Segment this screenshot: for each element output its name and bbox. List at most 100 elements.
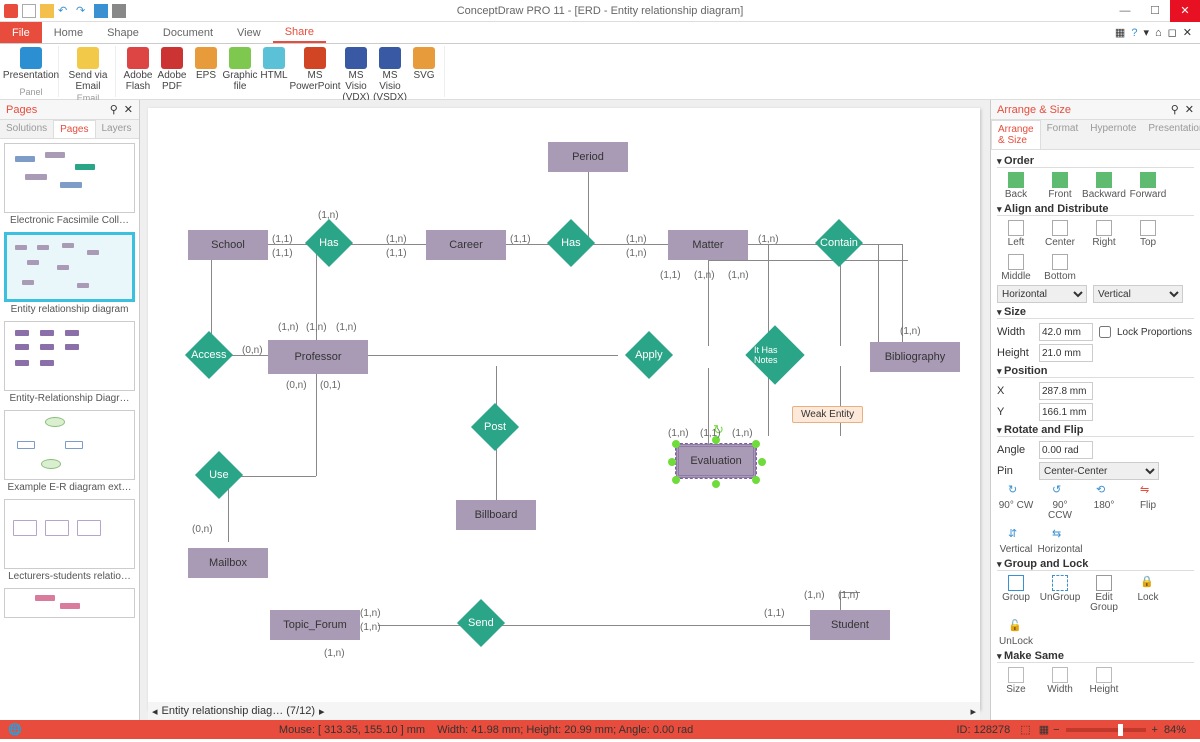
canvas-tab-label[interactable]: Entity relationship diag… (7/12) [162,705,315,717]
thumb-item[interactable]: Entity relationship diagram [4,232,135,315]
flip-button[interactable]: ⇋Flip [1129,483,1167,521]
lang-icon[interactable]: 🌐 [8,723,22,736]
entity-topic[interactable]: Topic_Forum [270,610,360,640]
same-size-button[interactable]: Size [997,667,1035,695]
canvas-tab-bar[interactable]: ◂ Entity relationship diag… (7/12) ▸ ▸ [148,702,980,720]
entity-evaluation[interactable]: Evaluation [676,444,756,478]
caret-icon[interactable]: ▾ [1143,26,1149,39]
apps-icon[interactable]: ▦ [1115,26,1125,39]
tab-pages[interactable]: Pages [53,120,95,138]
status-tool-icon[interactable]: ⬚ [1016,723,1034,736]
pin-select[interactable]: Center-Center [1039,462,1159,480]
pos-y-input[interactable] [1039,403,1093,421]
thumb-item[interactable] [4,588,135,618]
thumb-item[interactable]: Lecturers-students relatio… [4,499,135,582]
entity-billboard[interactable]: Billboard [456,500,536,530]
hscroll-icon[interactable]: ▸ [970,705,976,718]
menu-home[interactable]: Home [42,22,95,43]
print-icon[interactable] [112,4,126,18]
tab-next-icon[interactable]: ▸ [319,705,325,718]
align-center-button[interactable]: Center [1041,220,1079,248]
close-sub-icon[interactable]: ✕ [1183,26,1192,39]
distribute-horiz-select[interactable]: Horizontal [997,285,1087,303]
entity-bibliography[interactable]: Bibliography [870,342,960,372]
height-input[interactable] [1039,344,1093,362]
thumb-item[interactable]: Electronic Facsimile Coll… [4,143,135,226]
section-order[interactable]: Order [997,155,1034,167]
align-bottom-button[interactable]: Bottom [1041,254,1079,282]
tab-prev-icon[interactable]: ◂ [152,705,158,718]
entity-career[interactable]: Career [426,230,506,260]
rel-send[interactable]: Send [457,599,505,647]
menu-file[interactable]: File [0,22,42,43]
visio-vsdx-button[interactable]: MS Visio (VSDX) [374,46,406,104]
close-panel-icon[interactable]: ✕ [124,103,133,116]
graphic-button[interactable]: Graphic file [224,46,256,104]
tab-presentation[interactable]: Presentation [1142,120,1200,149]
adobe-flash-button[interactable]: Adobe Flash [122,46,154,104]
angle-input[interactable] [1039,441,1093,459]
status-grid-icon[interactable]: ▦ [1035,723,1053,736]
same-height-button[interactable]: Height [1085,667,1123,695]
pin-icon[interactable]: ⚲ [110,103,118,116]
rotate-180-button[interactable]: ⟲180° [1085,483,1123,521]
send-email-button[interactable]: Send via Email [65,46,111,93]
rel-apply[interactable]: Apply [625,331,673,379]
canvas[interactable]: School Career Period Matter Professor Bi… [148,108,980,710]
width-input[interactable] [1039,323,1093,341]
restore-icon[interactable]: ◻ [1168,26,1177,39]
new-icon[interactable] [22,4,36,18]
zoom-out-icon[interactable]: − [1053,724,1059,736]
tab-arrange[interactable]: Arrange & Size [991,120,1041,149]
rotate-cw-button[interactable]: ↻90° CW [997,483,1035,521]
open-icon[interactable] [40,4,54,18]
menu-shape[interactable]: Shape [95,22,151,43]
align-right-button[interactable]: Right [1085,220,1123,248]
edit-group-button[interactable]: Edit Group [1085,575,1123,613]
rel-post[interactable]: Post [471,403,519,451]
close-panel-icon[interactable]: ✕ [1185,103,1194,116]
zoom-slider[interactable] [1066,728,1146,732]
align-middle-button[interactable]: Middle [997,254,1035,282]
presentation-button[interactable]: Presentation [8,46,54,82]
menu-share[interactable]: Share [273,22,326,43]
maximize-button[interactable]: ☐ [1140,0,1170,22]
order-back-button[interactable]: Back [997,172,1035,200]
section-size[interactable]: Size [997,306,1026,318]
canvas-area[interactable]: School Career Period Matter Professor Bi… [140,100,990,720]
same-width-button[interactable]: Width [1041,667,1079,695]
close-button[interactable]: ✕ [1170,0,1200,22]
pin-icon[interactable]: ⚲ [1171,103,1179,116]
rel-access[interactable]: Access [185,331,233,379]
lock-button[interactable]: 🔒Lock [1129,575,1167,613]
menu-view[interactable]: View [225,22,273,43]
save-icon[interactable] [94,4,108,18]
section-group[interactable]: Group and Lock [997,558,1088,570]
eps-button[interactable]: EPS [190,46,222,104]
visio-vdx-button[interactable]: MS Visio (VDX) [340,46,372,104]
entity-mailbox[interactable]: Mailbox [188,548,268,578]
entity-school[interactable]: School [188,230,268,260]
flip-horizontal-button[interactable]: ⇆Horizontal [1041,527,1079,555]
section-make-same[interactable]: Make Same [997,650,1064,662]
undo-icon[interactable]: ↶ [58,4,72,18]
html-button[interactable]: HTML [258,46,290,104]
thumb-item[interactable]: Entity-Relationship Diagr… [4,321,135,404]
section-align[interactable]: Align and Distribute [997,203,1109,215]
minimize-button[interactable]: — [1110,0,1140,22]
entity-matter[interactable]: Matter [668,230,748,260]
rel-has1[interactable]: Has [305,219,353,267]
entity-professor[interactable]: Professor [268,340,368,374]
tab-format[interactable]: Format [1041,120,1085,149]
section-position[interactable]: Position [997,365,1047,377]
unlock-button[interactable]: 🔓UnLock [997,619,1035,647]
order-forward-button[interactable]: Forward [1129,172,1167,200]
tab-layers[interactable]: Layers [96,120,138,138]
menu-document[interactable]: Document [151,22,225,43]
flip-vertical-button[interactable]: ⇵Vertical [997,527,1035,555]
entity-student[interactable]: Student [810,610,890,640]
lock-proportions-checkbox[interactable] [1099,326,1111,338]
rel-use[interactable]: Use [195,451,243,499]
align-left-button[interactable]: Left [997,220,1035,248]
thumb-item[interactable]: Example E-R diagram ext… [4,410,135,493]
